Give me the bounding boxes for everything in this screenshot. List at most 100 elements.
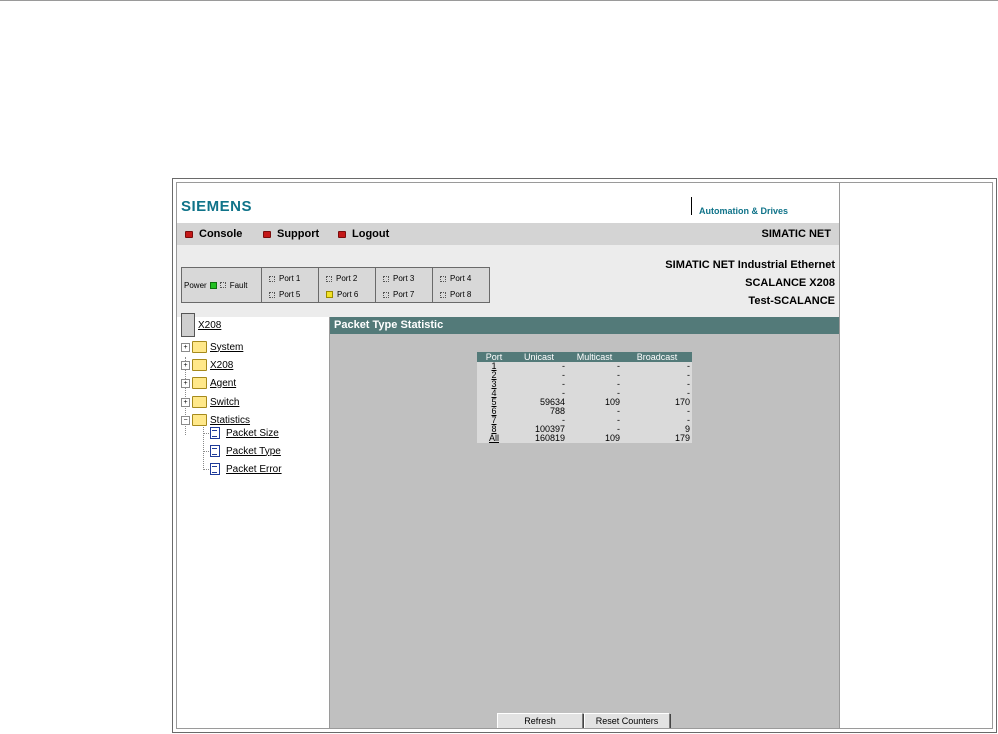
page-title: Packet Type Statistic (330, 317, 839, 334)
power-led-icon (209, 281, 217, 289)
fault-led-icon (219, 282, 226, 288)
info-line-1: SIMATIC NET Industrial Ethernet (665, 259, 835, 271)
division-label: Automation & Drives (699, 206, 789, 216)
table-row: 8 100397-9 (477, 425, 692, 434)
product-line-label: SIMATIC NET (761, 228, 831, 240)
expand-icon[interactable]: + (181, 378, 190, 388)
port-label: Port 8 (450, 290, 472, 299)
content-area: Packet Type Statistic Port Unicast Multi… (330, 317, 839, 728)
port-link[interactable]: All (477, 434, 511, 443)
expand-icon[interactable]: + (181, 360, 190, 370)
port-5[interactable]: Port 5 (269, 290, 300, 299)
fault-label: Fault (229, 280, 248, 290)
tree-page-packet-size[interactable]: Packet Size (210, 427, 279, 439)
tree-folder-switch[interactable]: + Switch (181, 396, 239, 408)
port-8[interactable]: Port 8 (440, 290, 471, 299)
table-row: 2--- (477, 371, 692, 380)
tree-folder-agent[interactable]: + Agent (181, 377, 236, 389)
port-status-panel: Power Fault Port 1 Port 5 Port 2 Port 6 … (181, 267, 490, 303)
port-6[interactable]: Port 6 (326, 290, 358, 299)
packet-type-table: Port Unicast Multicast Broadcast 1--- 2-… (477, 352, 692, 443)
port-7[interactable]: Port 7 (383, 290, 414, 299)
tree-folder-label[interactable]: System (210, 342, 243, 353)
tree-folder-statistics[interactable]: − Statistics (181, 414, 250, 426)
multicast-cell: 109 (567, 398, 622, 407)
expand-icon[interactable]: + (181, 342, 190, 352)
port-3[interactable]: Port 3 (383, 274, 414, 283)
port-label: Port 3 (393, 274, 415, 283)
unicast-cell: - (511, 380, 567, 389)
port-led-active-icon (326, 291, 333, 298)
tree-page-label[interactable]: Packet Size (226, 428, 279, 439)
tree-folder-x208[interactable]: + X208 (181, 359, 233, 371)
multicast-cell: - (567, 380, 622, 389)
power-fault-cell: Power Fault (182, 268, 262, 302)
tree-page-label[interactable]: Packet Type (226, 446, 281, 457)
web-ui-frame: SIEMENS Automation & Drives Console Supp… (172, 178, 997, 733)
tree-connector (203, 469, 209, 470)
folder-icon (192, 396, 207, 408)
table-row: 3--- (477, 380, 692, 389)
col-broadcast: Broadcast (622, 352, 692, 362)
power-label: Power (184, 280, 207, 290)
port-label: Port 4 (450, 274, 472, 283)
broadcast-cell: - (622, 416, 692, 425)
tree-page-label[interactable]: Packet Error (226, 464, 282, 475)
table-row: 7--- (477, 416, 692, 425)
broadcast-cell: 179 (622, 434, 692, 443)
nav-bar: Console Support Logout SIMATIC NET (177, 223, 839, 245)
page-top-rule (0, 0, 998, 1)
broadcast-cell: - (622, 362, 692, 371)
navigation-tree: X208 + System + X208 + Agent + Switch − Stati… (177, 313, 330, 728)
document-icon (210, 427, 220, 439)
tree-root[interactable]: X208 (181, 313, 221, 337)
table-row: 4--- (477, 389, 692, 398)
reset-counters-button[interactable]: Reset Counters (584, 713, 670, 728)
tree-folder-system[interactable]: + System (181, 341, 243, 353)
red-bullet-icon (185, 230, 193, 238)
info-line-3: Test-SCALANCE (748, 295, 835, 307)
tree-folder-label[interactable]: X208 (210, 360, 233, 371)
col-multicast: Multicast (567, 352, 622, 362)
unicast-cell: - (511, 362, 567, 371)
port-led-icon (440, 291, 446, 298)
multicast-cell: 109 (567, 434, 622, 443)
siemens-logo: SIEMENS (181, 198, 253, 215)
tree-root-link[interactable]: X208 (198, 320, 221, 331)
port-cell: Port 3 Port 7 (376, 268, 433, 302)
header-separator (691, 197, 692, 215)
port-led-icon (383, 275, 389, 282)
red-bullet-icon (263, 230, 271, 238)
port-label: Port 7 (393, 290, 415, 299)
unicast-cell: - (511, 371, 567, 380)
port-4[interactable]: Port 4 (440, 274, 471, 283)
tree-connector (203, 451, 209, 452)
port-1[interactable]: Port 1 (269, 274, 300, 283)
collapse-icon[interactable]: − (181, 415, 190, 425)
info-line-2: SCALANCE X208 (745, 277, 835, 289)
port-2[interactable]: Port 2 (326, 274, 357, 283)
table-row: 5 59634 109 170 (477, 398, 692, 407)
tree-page-packet-error[interactable]: Packet Error (210, 463, 282, 475)
port-led-icon (269, 291, 275, 298)
tree-folder-label[interactable]: Agent (210, 378, 236, 389)
broadcast-cell: 170 (622, 398, 692, 407)
table-row: 6 788- - (477, 407, 692, 416)
tree-folder-label[interactable]: Switch (210, 397, 239, 408)
port-cell: Port 2 Port 6 (319, 268, 376, 302)
nav-console[interactable]: Console (185, 228, 242, 240)
tree-page-packet-type[interactable]: Packet Type (210, 445, 281, 457)
tree-folder-label[interactable]: Statistics (210, 415, 250, 426)
folder-icon (192, 377, 207, 389)
nav-support[interactable]: Support (263, 228, 319, 240)
expand-icon[interactable]: + (181, 397, 190, 407)
refresh-button[interactable]: Refresh (497, 713, 583, 728)
red-bullet-icon (338, 230, 346, 238)
port-led-icon (326, 275, 332, 282)
port-led-icon (269, 275, 275, 282)
port-label: Port 5 (279, 290, 301, 299)
port-led-icon (440, 275, 446, 282)
broadcast-cell: - (622, 371, 692, 380)
nav-logout[interactable]: Logout (338, 228, 389, 240)
port-led-icon (383, 291, 389, 298)
